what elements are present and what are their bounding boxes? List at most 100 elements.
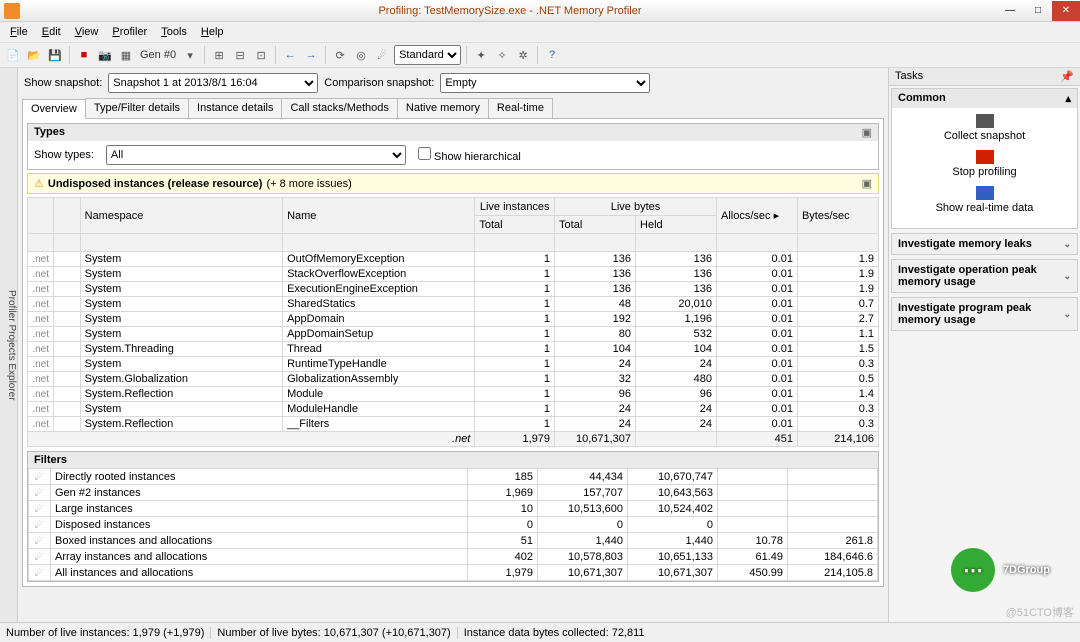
filter-row[interactable]: ☄Array instances and allocations40210,57… xyxy=(29,549,878,565)
show-types-combo[interactable]: All xyxy=(106,145,406,165)
view-combo[interactable]: Standard xyxy=(394,45,461,65)
filter-row[interactable]: ☄Directly rooted instances18544,43410,67… xyxy=(29,469,878,485)
status-live-instances: Number of live instances: 1,979 (+1,979) xyxy=(6,627,211,639)
stop-icon[interactable]: ■ xyxy=(75,46,93,64)
help-icon[interactable]: ? xyxy=(543,46,561,64)
show-snapshot-label: Show snapshot: xyxy=(24,77,102,89)
table-row[interactable]: .netSystem.GlobalizationGlobalizationAss… xyxy=(28,372,879,387)
tool3-icon[interactable]: ⊡ xyxy=(252,46,270,64)
tab-instance-details[interactable]: Instance details xyxy=(188,98,282,118)
save-icon[interactable]: 💾 xyxy=(46,46,64,64)
table-row[interactable]: .netSystemExecutionEngineException113613… xyxy=(28,282,879,297)
filter-icon[interactable]: ☄ xyxy=(373,46,391,64)
left-rail[interactable]: Profiler Projects Explorer xyxy=(0,68,18,622)
menu-profiler[interactable]: Profiler xyxy=(106,24,153,40)
collect-snapshot-action[interactable]: Collect snapshot xyxy=(898,114,1071,142)
toolbar: 📄 📂 💾 ■ 📷 ▦ Gen #0 ▾ ⊞ ⊟ ⊡ ← → ⟳ ◎ ☄ Sta… xyxy=(0,42,1080,68)
menu-help[interactable]: Help xyxy=(195,24,230,40)
tab-native-memory[interactable]: Native memory xyxy=(397,98,489,118)
window-title: Profiling: TestMemorySize.exe - .NET Mem… xyxy=(24,5,996,17)
menu-edit[interactable]: Edit xyxy=(36,24,67,40)
forward-icon[interactable]: → xyxy=(302,46,320,64)
col-name[interactable]: Name xyxy=(283,198,475,234)
target-icon[interactable]: ◎ xyxy=(352,46,370,64)
col-total2[interactable]: Total xyxy=(555,216,636,234)
chevron-down-icon: ⌄ xyxy=(1063,309,1071,320)
filter-row[interactable]: ☄Disposed instances000 xyxy=(29,517,878,533)
tab-strip: Overview Type/Filter details Instance de… xyxy=(22,98,884,119)
filters-header: Filters xyxy=(28,452,878,468)
tab-call-stacks[interactable]: Call stacks/Methods xyxy=(281,98,397,118)
app-icon xyxy=(4,3,20,19)
menu-view[interactable]: View xyxy=(69,24,105,40)
col-live-instances[interactable]: Live instances xyxy=(475,198,555,216)
table-row[interactable]: .netSystem.ThreadingThread11041040.011.5 xyxy=(28,342,879,357)
investigate-leaks[interactable]: Investigate memory leaks⌄ xyxy=(891,233,1078,255)
stop-profiling-action[interactable]: Stop profiling xyxy=(898,150,1071,178)
table-row[interactable]: .netSystemAppDomain11921,1960.012.7 xyxy=(28,312,879,327)
col-bytes[interactable]: Bytes/sec xyxy=(797,198,878,234)
warning-bar[interactable]: ⚠ Undisposed instances (release resource… xyxy=(27,173,879,194)
tool1-icon[interactable]: ⊞ xyxy=(210,46,228,64)
table-row[interactable]: .netSystemOutOfMemoryException11361360.0… xyxy=(28,252,879,267)
menubar: File Edit View Profiler Tools Help xyxy=(0,22,1080,42)
col-held[interactable]: Held xyxy=(636,216,717,234)
table-row[interactable]: .netSystemStackOverflowException11361360… xyxy=(28,267,879,282)
menu-tools[interactable]: Tools xyxy=(155,24,193,40)
types-table: Namespace Name Live instances Live bytes… xyxy=(27,197,879,447)
table-row[interactable]: .netSystem.Reflection__Filters124240.010… xyxy=(28,417,879,432)
tab-type-filter[interactable]: Type/Filter details xyxy=(85,98,189,118)
filter-row[interactable]: ☄Gen #2 instances1,969157,70710,643,563 xyxy=(29,485,878,501)
menu-file[interactable]: File xyxy=(4,24,34,40)
warning-bold: Undisposed instances (release resource) xyxy=(48,178,263,190)
heap-icon[interactable]: ▦ xyxy=(117,46,135,64)
close-button[interactable]: ✕ xyxy=(1052,1,1080,21)
investigate-prog-peak[interactable]: Investigate program peak memory usage⌄ xyxy=(891,297,1078,331)
warning-collapse-icon[interactable]: ▣ xyxy=(862,177,872,190)
table-row[interactable]: .netSystemRuntimeTypeHandle124240.010.3 xyxy=(28,357,879,372)
opt1-icon[interactable]: ✦ xyxy=(472,46,490,64)
gen-label: Gen #0 xyxy=(138,49,178,61)
back-icon[interactable]: ← xyxy=(281,46,299,64)
opt2-icon[interactable]: ✧ xyxy=(493,46,511,64)
gen-dropdown-icon[interactable]: ▾ xyxy=(181,46,199,64)
open-icon[interactable]: 📂 xyxy=(25,46,43,64)
opt3-icon[interactable]: ✲ xyxy=(514,46,532,64)
status-live-bytes: Number of live bytes: 10,671,307 (+10,67… xyxy=(217,627,457,639)
col-total1[interactable]: Total xyxy=(475,216,555,234)
filter-row[interactable]: ☄Large instances1010,513,60010,524,402 xyxy=(29,501,878,517)
new-icon[interactable]: 📄 xyxy=(4,46,22,64)
investigate-op-peak[interactable]: Investigate operation peak memory usage⌄ xyxy=(891,259,1078,293)
minimize-button[interactable]: — xyxy=(996,1,1024,21)
pin-icon[interactable]: 📌 xyxy=(1060,70,1074,83)
tab-real-time[interactable]: Real-time xyxy=(488,98,553,118)
refresh-icon[interactable]: ⟳ xyxy=(331,46,349,64)
tasks-header: Tasks xyxy=(895,70,923,83)
snapshot-icon[interactable]: 📷 xyxy=(96,46,114,64)
chevron-down-icon: ⌄ xyxy=(1063,239,1071,250)
chevron-up-icon[interactable]: ▴ xyxy=(1065,92,1071,105)
filters-table: ☄Directly rooted instances18544,43410,67… xyxy=(28,468,878,581)
col-live-bytes[interactable]: Live bytes xyxy=(555,198,717,216)
table-row[interactable]: .netSystem.ReflectionModule196960.011.4 xyxy=(28,387,879,402)
comparison-snapshot-combo[interactable]: Empty xyxy=(440,73,650,93)
table-row[interactable]: .netSystemModuleHandle124240.010.3 xyxy=(28,402,879,417)
filter-row[interactable]: ☄All instances and allocations1,97910,67… xyxy=(29,565,878,581)
table-row[interactable]: .netSystemAppDomainSetup1805320.011.1 xyxy=(28,327,879,342)
filter-row[interactable]: ☄Boxed instances and allocations511,4401… xyxy=(29,533,878,549)
maximize-button[interactable]: □ xyxy=(1024,1,1052,21)
tab-overview[interactable]: Overview xyxy=(22,99,86,119)
watermark: @51CTO博客 xyxy=(1006,604,1074,620)
tool2-icon[interactable]: ⊟ xyxy=(231,46,249,64)
show-realtime-action[interactable]: Show real-time data xyxy=(898,186,1071,214)
show-snapshot-combo[interactable]: Snapshot 1 at 2013/8/1 16:04 xyxy=(108,73,318,93)
collapse-icon[interactable]: ▣ xyxy=(862,126,872,139)
col-allocs[interactable]: Allocs/sec ▸ xyxy=(716,198,797,234)
hierarchical-check[interactable]: Show hierarchical xyxy=(418,147,521,163)
col-namespace[interactable]: Namespace xyxy=(80,198,282,234)
statusbar: Number of live instances: 1,979 (+1,979)… xyxy=(0,622,1080,642)
tasks-panel: Tasks📌 Common▴ Collect snapshot Stop pro… xyxy=(888,68,1080,622)
table-row[interactable]: .netSystemSharedStatics14820,0100.010.7 xyxy=(28,297,879,312)
warning-rest: (+ 8 more issues) xyxy=(266,178,351,190)
chevron-down-icon: ⌄ xyxy=(1063,271,1071,282)
